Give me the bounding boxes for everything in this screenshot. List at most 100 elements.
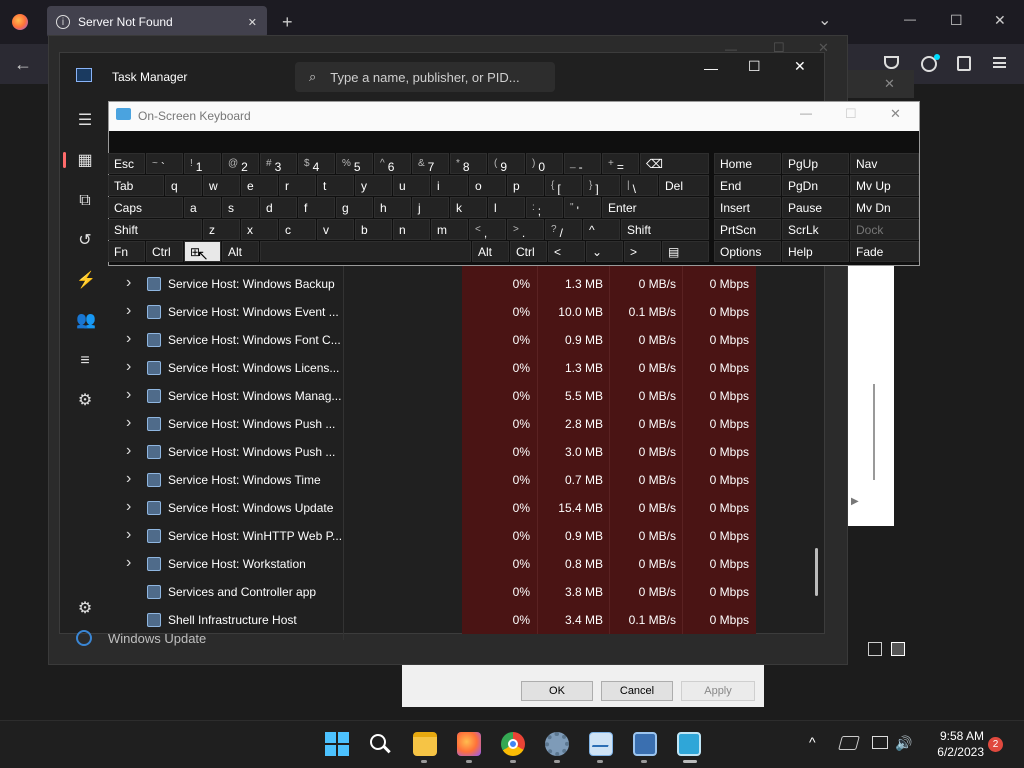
key-s[interactable]: s [222,197,259,218]
key-k[interactable]: k [450,197,487,218]
key-5[interactable]: % 5 [336,153,373,174]
close-tab-icon[interactable]: ✕ [248,16,257,29]
expand-chevron-icon[interactable]: › [126,555,131,571]
key-<[interactable]: < [548,241,585,262]
key-prtscn[interactable]: PrtScn [714,219,781,240]
key--[interactable]: _ - [564,153,601,174]
pocket-icon[interactable] [884,56,899,69]
remote-desktop-icon[interactable] [633,732,657,756]
clock-date[interactable]: 6/2/2023 [912,745,984,759]
file-explorer-icon[interactable] [413,732,437,756]
key-;[interactable]: :; [526,197,563,218]
show-hidden-icons-chevron[interactable]: ^ [809,734,816,750]
key-1[interactable]: ! 1 [184,153,221,174]
expand-chevron-icon[interactable]: › [126,527,131,543]
browser-maximize-button[interactable]: ☐ [950,12,963,29]
key-Fn[interactable]: Fn [108,241,145,262]
details-icon[interactable]: ≡ [76,352,94,370]
key-pgup[interactable]: PgUp [782,153,849,174]
users-icon[interactable]: 👥 [76,312,96,330]
settings-icon[interactable]: ⚙ [76,600,94,618]
expand-chevron-icon[interactable]: › [126,387,131,403]
key-t[interactable]: t [317,175,354,196]
key-a[interactable]: a [184,197,221,218]
key-insert[interactable]: Insert [714,197,781,218]
key-Tab[interactable]: Tab [108,175,164,196]
key-0[interactable]: ) 0 [526,153,563,174]
key-Shift[interactable]: Shift [621,219,709,240]
browser-minimize-button[interactable]: — [904,12,916,26]
osk-minimize-button[interactable]: — [800,106,812,120]
key-Alt[interactable]: Alt [472,241,509,262]
task-manager-minimize-button[interactable]: — [704,60,718,76]
key-pause[interactable]: Pause [782,197,849,218]
key-,[interactable]: <, [469,219,506,240]
key-q[interactable]: q [165,175,202,196]
clock-time[interactable]: 9:58 AM [912,729,984,743]
key-`[interactable]: ~ ` [146,153,183,174]
key-4[interactable]: $4 [298,153,335,174]
key-2[interactable]: @2 [222,153,259,174]
expand-chevron-icon[interactable]: › [126,499,131,515]
key-3[interactable]: #3 [260,153,297,174]
cancel-button[interactable]: Cancel [601,681,673,701]
key->[interactable]: > [624,241,661,262]
key-z[interactable]: z [203,219,240,240]
key-Ctrl[interactable]: Ctrl [510,241,547,262]
vertical-scrollbar[interactable] [815,548,818,596]
key-=[interactable]: + = [602,153,639,174]
key-g[interactable]: g [336,197,373,218]
large-icons-view-icon[interactable] [891,642,905,656]
task-manager-icon[interactable] [589,732,613,756]
key-'[interactable]: " ' [564,197,601,218]
expand-chevron-icon[interactable]: › [126,331,131,347]
windows-start-icon[interactable] [325,732,349,756]
firefox-logo-icon[interactable] [12,14,28,30]
expand-chevron-icon[interactable]: › [126,275,131,291]
key-dock[interactable]: Dock [850,219,919,240]
key-d[interactable]: d [260,197,297,218]
key-i[interactable]: i [431,175,468,196]
browser-tab[interactable]: i Server Not Found ✕ [47,6,267,38]
key-Shift[interactable]: Shift [108,219,202,240]
new-tab-button[interactable]: + [282,12,293,33]
key-8[interactable]: * 8 [450,153,487,174]
key-7[interactable]: & 7 [412,153,449,174]
key-space[interactable] [260,241,471,262]
task-manager-maximize-button[interactable]: ☐ [748,58,761,75]
key-mv-dn[interactable]: Mv Dn [850,197,919,218]
back-button[interactable]: ← [14,54,32,75]
browser-close-button[interactable]: ✕ [994,12,1006,29]
hamburger-menu-icon[interactable]: ☰ [76,112,94,130]
key-[[interactable]: {[ [545,175,582,196]
key-Esc[interactable]: Esc [108,153,145,174]
scroll-right-icon[interactable]: ▶ [851,496,859,507]
key-nav[interactable]: Nav [850,153,919,174]
key-v[interactable]: v [317,219,354,240]
settings-icon[interactable] [545,732,569,756]
key-h[interactable]: h [374,197,411,218]
key-b[interactable]: b [355,219,392,240]
key-u[interactable]: u [393,175,430,196]
key-help[interactable]: Help [782,241,849,262]
expand-chevron-icon[interactable]: › [126,303,131,319]
expand-chevron-icon[interactable]: › [126,443,131,459]
key-.[interactable]: >. [507,219,544,240]
key-Ctrl[interactable]: Ctrl [146,241,183,262]
key-scrlk[interactable]: ScrLk [782,219,849,240]
key-o[interactable]: o [469,175,506,196]
key-f[interactable]: f [298,197,335,218]
notification-badge[interactable]: 2 [988,737,1003,752]
osk-close-button[interactable]: ✕ [890,106,901,122]
background-window-close-icon[interactable]: ✕ [884,76,895,92]
key-c[interactable]: c [279,219,316,240]
key-6[interactable]: ^ 6 [374,153,411,174]
on-screen-keyboard-icon[interactable] [677,732,701,756]
details-view-icon[interactable] [868,642,882,656]
key-e[interactable]: e [241,175,278,196]
key-Enter[interactable]: Enter [602,197,709,218]
list-all-tabs-chevron-icon[interactable]: ⌄ [818,10,831,30]
key-Alt[interactable]: Alt [222,241,259,262]
key-x[interactable]: x [241,219,278,240]
startup-apps-icon[interactable]: ⚡ [76,272,96,290]
